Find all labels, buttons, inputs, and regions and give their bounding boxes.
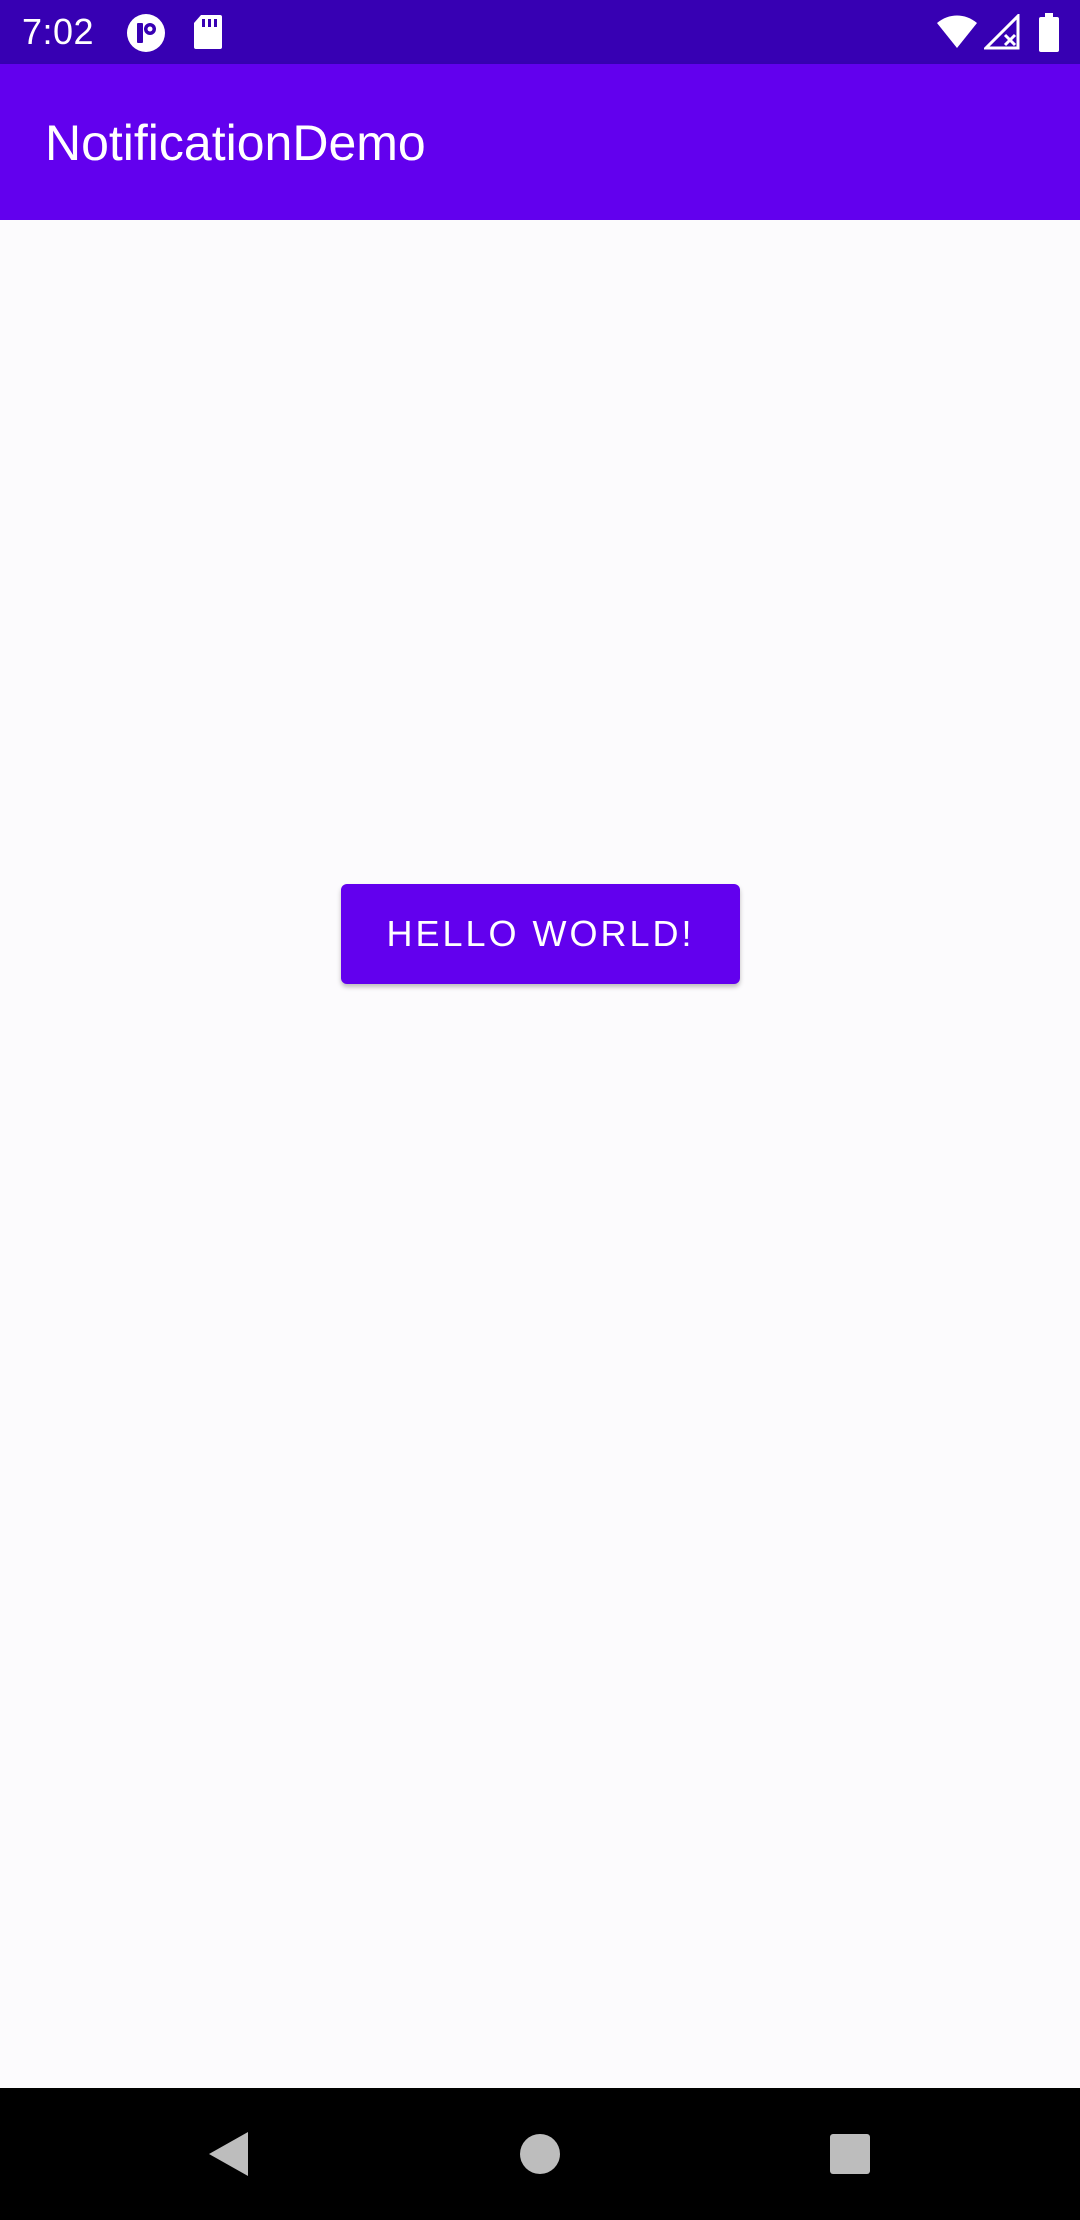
phone-screen: 7:02 NotificationDemo HELLO WORLD! <box>0 0 1080 2220</box>
recents-button[interactable] <box>814 2118 886 2190</box>
sd-card-icon <box>194 15 222 49</box>
status-time: 7:02 <box>22 11 95 52</box>
hello-world-button[interactable]: HELLO WORLD! <box>341 884 740 984</box>
status-bar: 7:02 <box>0 0 1080 64</box>
cellular-no-signal-icon <box>984 14 1020 50</box>
home-button[interactable] <box>504 2118 576 2190</box>
app-notification-icon <box>127 14 165 52</box>
back-icon <box>209 2132 248 2176</box>
home-icon <box>520 2134 560 2174</box>
wifi-icon <box>937 15 977 48</box>
back-button[interactable] <box>192 2118 264 2190</box>
battery-icon <box>1039 13 1059 52</box>
recents-icon <box>830 2134 870 2174</box>
app-title: NotificationDemo <box>45 115 426 171</box>
app-bar: NotificationDemo <box>0 64 1080 220</box>
navigation-bar <box>0 2088 1080 2220</box>
main-content <box>0 220 1080 2088</box>
